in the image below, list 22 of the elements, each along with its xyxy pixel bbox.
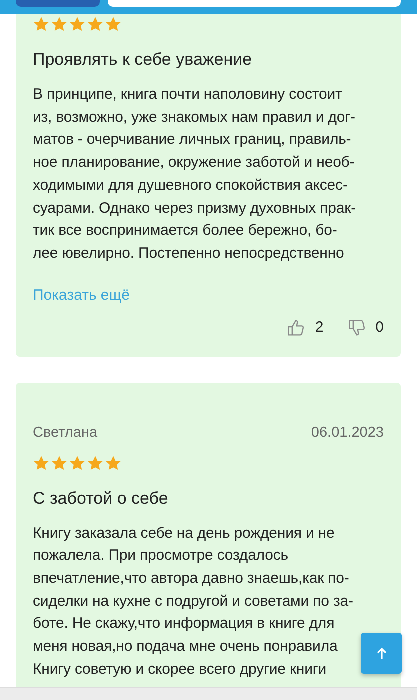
review-title: Проявлять к себе уважение <box>33 50 254 70</box>
review-text: Книгу заказала себе на день рождения и не пожалела. При просмотре создалось впечатление,что автора давно знаешь,как по- сиделки на кухне с подругой и советами по за- боте. Не скажу,что информация в книге для меня новая,но подача мне очень понравила Книгу советую и скорее всего другие книги <box>33 524 354 680</box>
star-icon <box>33 16 50 33</box>
star-icon <box>51 454 68 472</box>
star-icon <box>51 16 68 33</box>
like-count: 2 <box>315 319 324 336</box>
dislike-count: 0 <box>376 319 384 336</box>
star-icon <box>69 454 86 472</box>
star-icon <box>87 454 104 472</box>
thumbs-down-icon[interactable] <box>348 318 366 337</box>
review-title: С заботой о себе <box>33 488 170 509</box>
star-icon <box>69 16 86 33</box>
thumbs-up-icon[interactable] <box>287 318 306 337</box>
star-icon <box>105 454 122 472</box>
scroll-to-top-button[interactable] <box>361 633 402 674</box>
star-icon <box>87 16 104 33</box>
star-icon <box>105 16 122 33</box>
author-name: Светлана <box>33 424 98 441</box>
star-icon <box>33 454 50 472</box>
show-more-link[interactable]: Показать ещё <box>33 286 130 304</box>
review-date: 06.01.2023 <box>311 424 384 441</box>
review-text: В принципе, книга почти наполовину состоит из, возможно, уже знакомых нам правил и дог- матов - очерчивание личных границ, правиль- ное планирование, окружение заботой и необ- ходимыми для душевного спокойствия аксес- суарами. Однако через призму духовных прак- тик все воспринимается более бережно, бо- лее ювелирно. Постепенно непосредственно <box>33 85 356 264</box>
